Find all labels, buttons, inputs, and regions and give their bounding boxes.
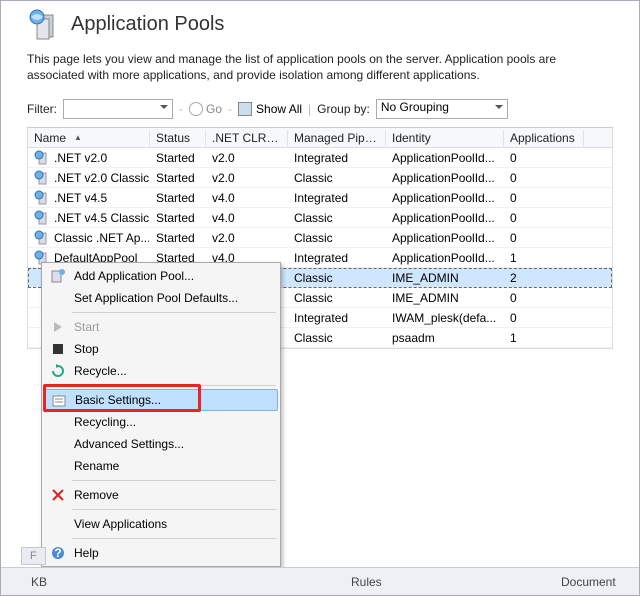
view-tabs[interactable]: F [21,545,46,567]
table-row[interactable]: .NET v2.0 ClassicStartedv2.0ClassicAppli… [28,168,612,188]
menu-remove[interactable]: Remove [44,484,278,506]
col-status: Status [150,130,206,146]
footer-kb: KB [31,575,47,589]
stop-icon [50,341,66,357]
recycle-icon [50,363,66,379]
menu-add-pool[interactable]: Add Application Pool... [44,265,278,287]
col-identity: Identity [386,130,504,146]
filter-label: Filter: [27,102,57,116]
col-name: Name▲ [28,130,150,146]
go-button[interactable]: Go [189,102,222,116]
settings-icon [51,393,67,409]
table-row[interactable]: .NET v2.0Startedv2.0IntegratedApplicatio… [28,148,612,168]
menu-recycling[interactable]: Recycling... [44,411,278,433]
groupby-label: Group by: [317,102,370,116]
menu-set-defaults[interactable]: Set Application Pool Defaults... [44,287,278,309]
page-description: This page lets you view and manage the l… [1,51,639,95]
menu-start: Start [44,316,278,338]
footer-rules: Rules [351,575,382,589]
page-title: Application Pools [71,13,224,36]
col-pipeline: Managed Pipel... [288,130,386,146]
menu-view-applications[interactable]: View Applications [44,513,278,535]
footer: KB Rules Document [1,567,639,595]
menu-recycle[interactable]: Recycle... [44,360,278,382]
tab-features: F [21,547,46,565]
show-all-button[interactable]: Show All [238,102,302,116]
add-pool-icon [50,268,66,284]
app-pools-icon [27,7,61,41]
help-icon: ? [50,545,66,561]
col-clr: .NET CLR V... [206,130,288,146]
remove-icon [50,487,66,503]
table-row[interactable]: Classic .NET Ap...Startedv2.0ClassicAppl… [28,228,612,248]
groupby-select[interactable]: No Grouping [376,99,508,119]
menu-advanced-settings[interactable]: Advanced Settings... [44,433,278,455]
menu-stop[interactable]: Stop [44,338,278,360]
menu-help[interactable]: ? Help [44,542,278,564]
toolbar: Filter: - Go - Show All | Group by: No G… [1,95,639,123]
menu-rename[interactable]: Rename [44,455,278,477]
col-apps: Applications [504,130,584,146]
grid-header[interactable]: Name▲ Status .NET CLR V... Managed Pipel… [28,128,612,148]
play-icon [50,319,66,335]
footer-document: Document [561,575,616,589]
table-row[interactable]: .NET v4.5Startedv4.0IntegratedApplicatio… [28,188,612,208]
svg-text:?: ? [54,546,61,560]
sort-asc-icon: ▲ [74,133,82,142]
menu-basic-settings[interactable]: Basic Settings... [44,389,278,411]
table-row[interactable]: .NET v4.5 ClassicStartedv4.0ClassicAppli… [28,208,612,228]
context-menu: Add Application Pool... Set Application … [41,262,281,567]
filter-input[interactable] [63,99,173,119]
